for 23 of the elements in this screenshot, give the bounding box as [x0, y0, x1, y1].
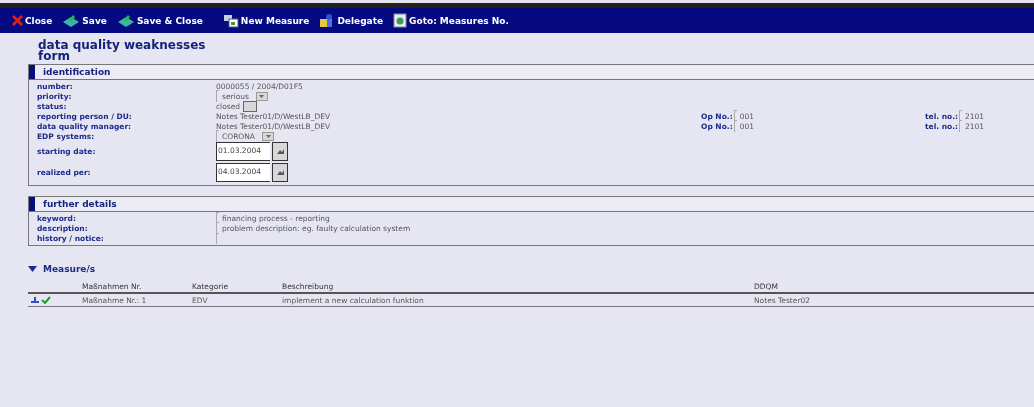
calendar-button[interactable] — [272, 163, 288, 182]
section-marker — [29, 197, 35, 211]
lookup-button[interactable] — [243, 100, 258, 112]
toolbar-button[interactable]: Save — [60, 13, 109, 28]
toolbar-button[interactable]: Close — [10, 15, 55, 26]
toolbar-button[interactable]: Delegate — [317, 13, 386, 28]
dropdown-button[interactable] — [255, 91, 268, 101]
section-title: Measure/s — [43, 264, 96, 274]
dropdown-button[interactable] — [262, 131, 274, 141]
form-title: data quality weaknesses form — [38, 40, 207, 62]
caret-icon — [265, 134, 271, 138]
toolbar-button[interactable]: Goto: Measures No. — [391, 13, 511, 28]
toolbar-button[interactable]: Save & Close — [114, 13, 205, 28]
section-title: further details — [43, 199, 117, 209]
section-title: identification — [43, 67, 111, 77]
caret-icon — [259, 94, 265, 98]
calendar-button[interactable] — [272, 142, 288, 161]
toolbar-button[interactable]: New Measure — [220, 13, 312, 28]
section-marker — [29, 65, 35, 79]
calendar-icon — [276, 170, 284, 175]
collapse-icon[interactable] — [28, 265, 37, 273]
close-icon — [12, 15, 23, 26]
calendar-icon — [276, 149, 284, 154]
